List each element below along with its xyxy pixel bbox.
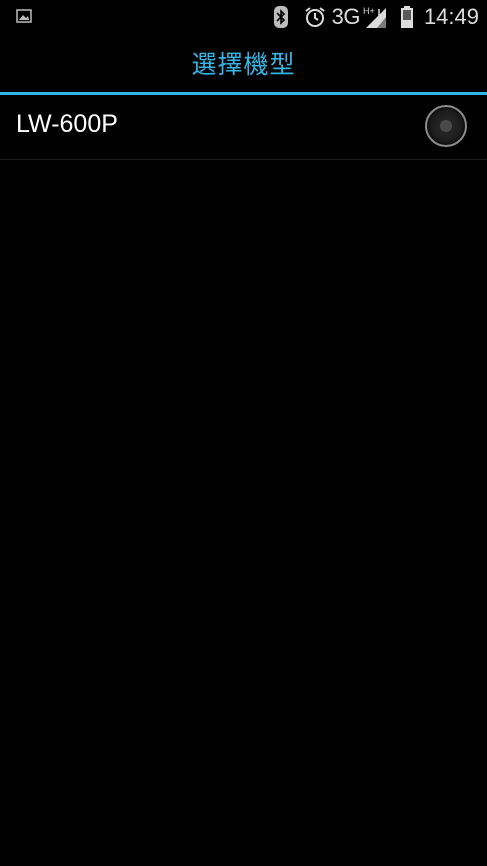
status-bar: 3G H+ 14:49 [0,0,487,34]
page-title: 選擇機型 [191,50,296,79]
model-list: LW-600P [0,95,487,160]
svg-text:H+: H+ [363,6,375,16]
status-icons: 3G H+ 14:49 [272,4,479,30]
battery-icon [400,6,414,28]
image-notification-icon [16,9,32,23]
model-radio-button[interactable] [425,105,467,147]
model-label: LW-600P [16,110,118,138]
network-type-label: 3G [331,4,361,29]
alarm-icon [304,6,326,28]
radio-dot-icon [440,120,452,132]
list-item-model[interactable]: LW-600P [0,95,487,160]
bluetooth-icon [272,5,290,29]
title-bar: 選擇機型 [0,34,487,92]
clock-time: 14:49 [423,4,479,29]
signal-icon: H+ [362,5,388,29]
